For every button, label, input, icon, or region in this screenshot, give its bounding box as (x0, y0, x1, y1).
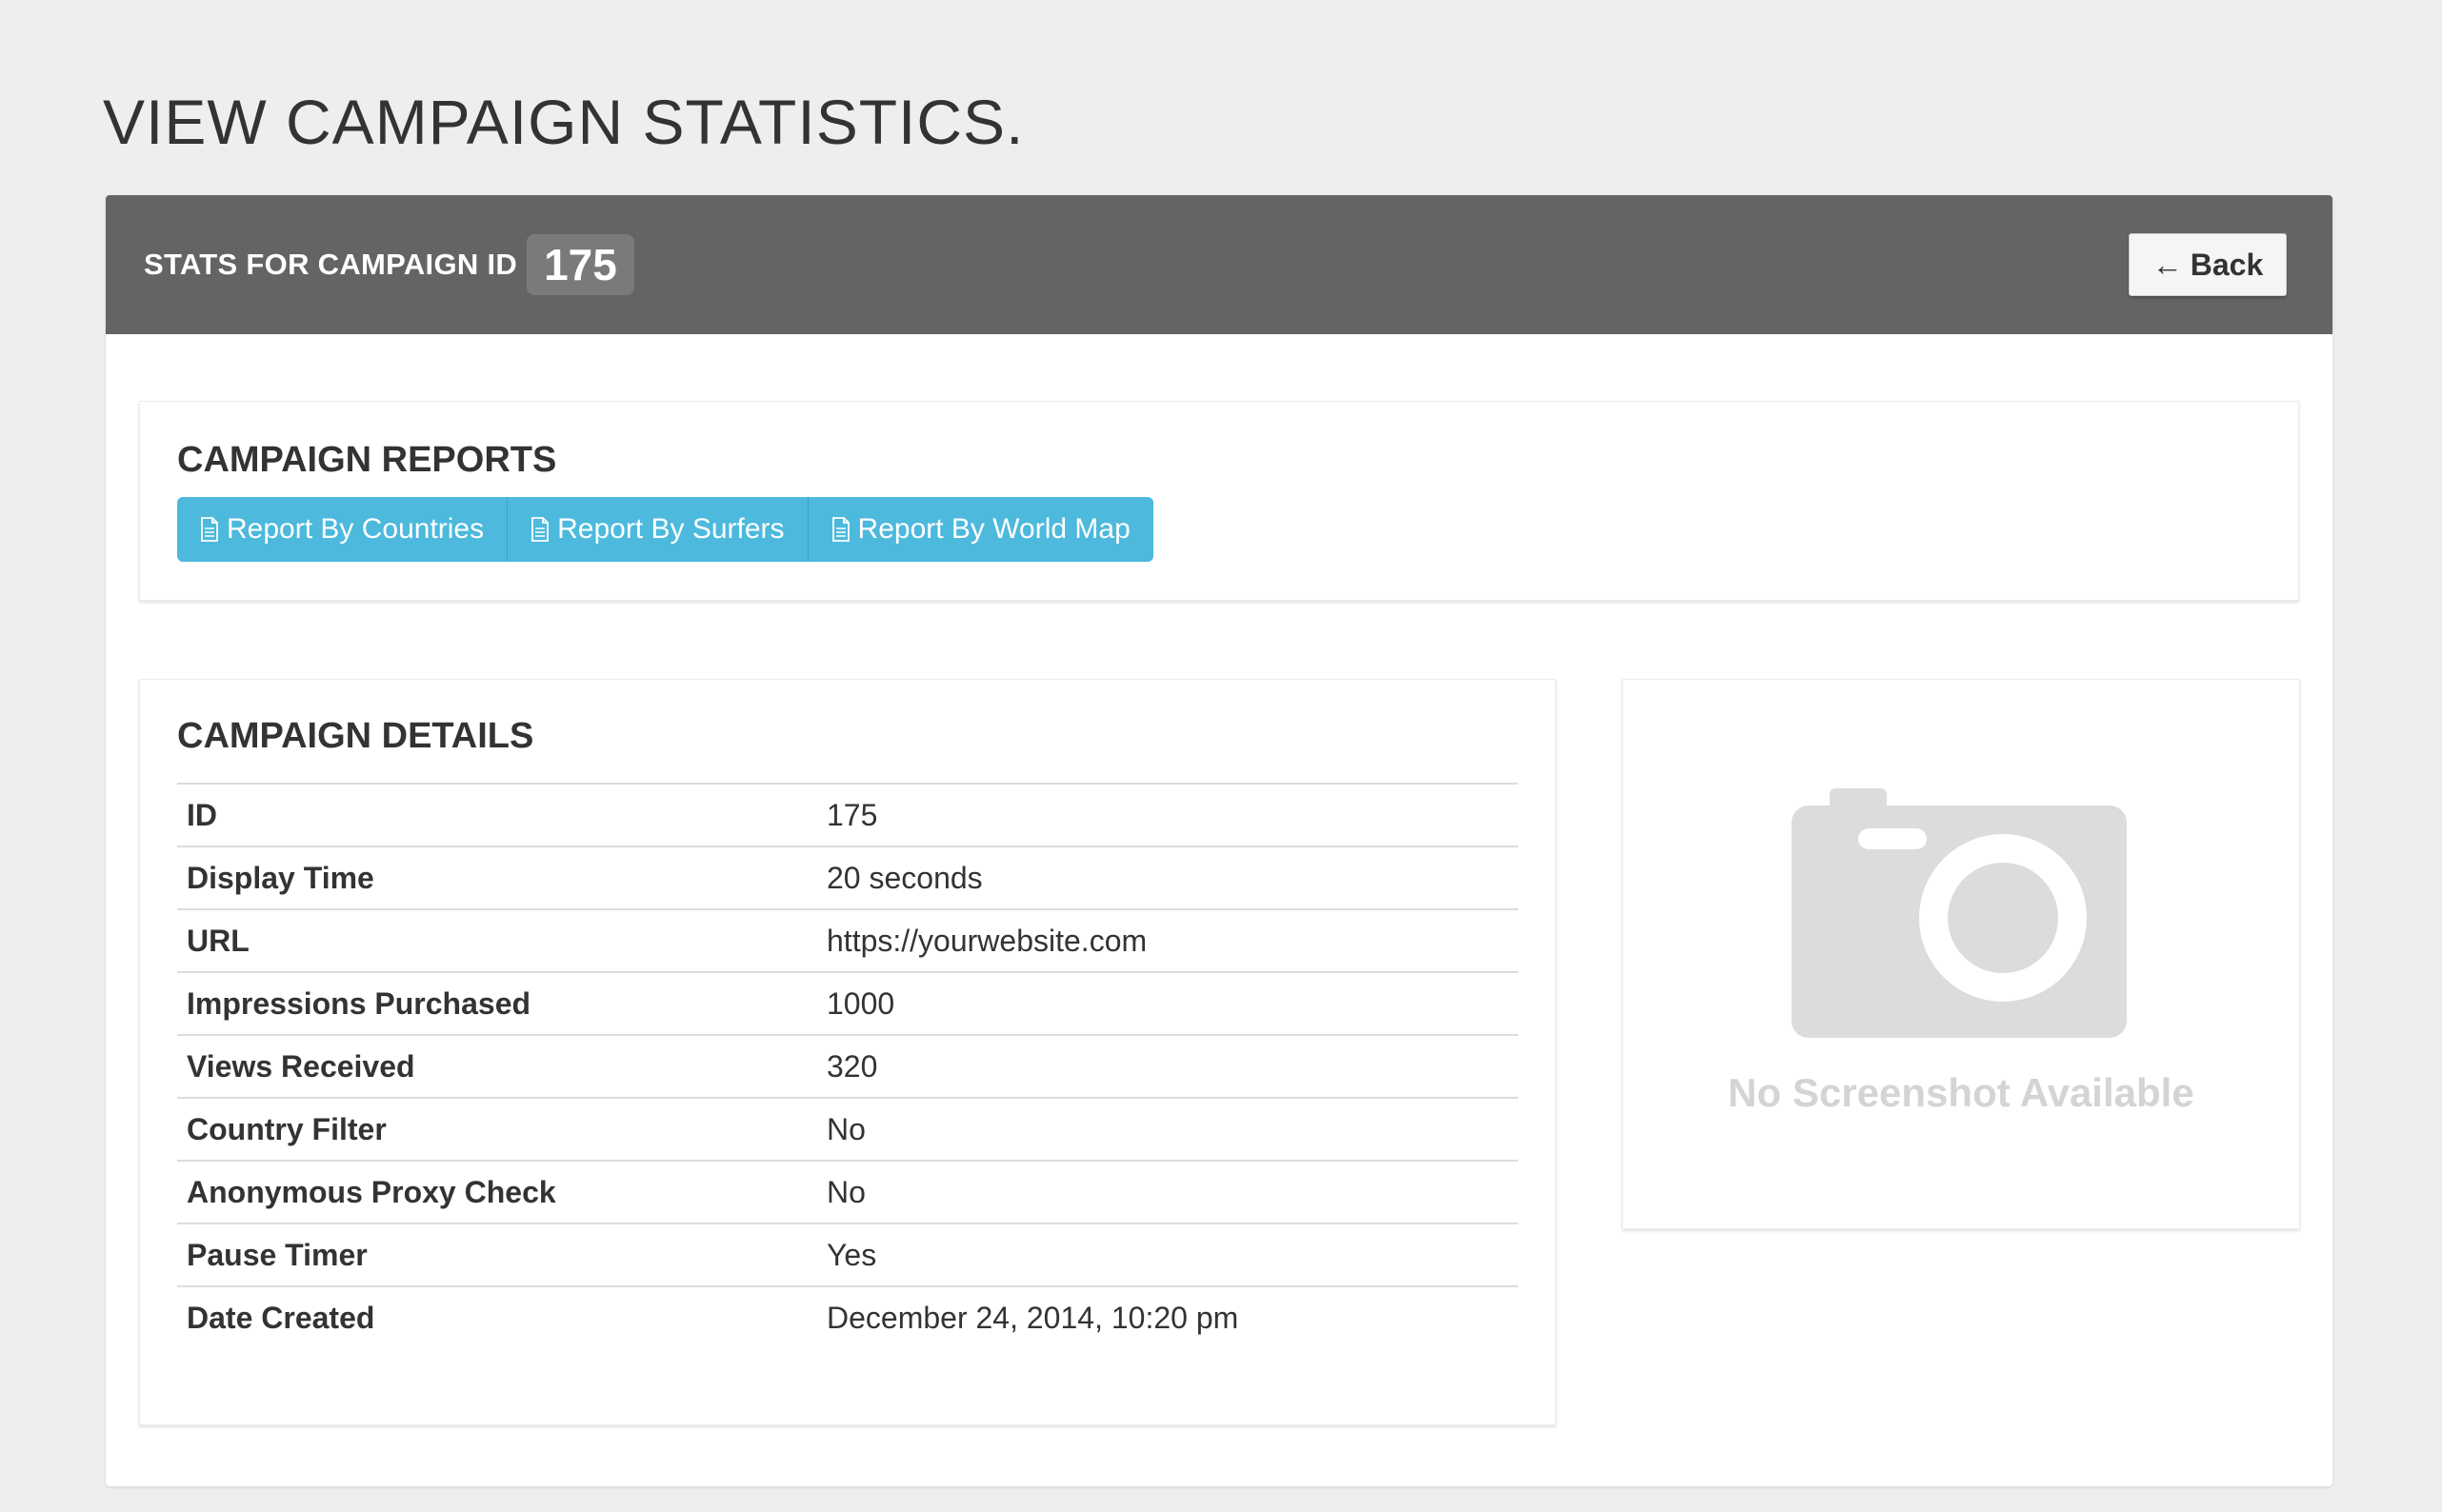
report-button-label: Report By World Map (857, 513, 1131, 545)
camera-icon (1791, 788, 2127, 1038)
back-button[interactable]: ← Back (2129, 233, 2287, 296)
report-button-label: Report By Surfers (557, 513, 785, 545)
detail-value: 175 (817, 783, 1518, 846)
panel-header: STATS FOR CAMPAIGN ID 175 ← Back (106, 195, 2332, 334)
detail-key: Pause Timer (177, 1223, 817, 1286)
no-screenshot-text: No Screenshot Available (1728, 1070, 2194, 1115)
detail-key: URL (177, 908, 817, 972)
page-title: VIEW CAMPAIGN STATISTICS. (103, 87, 1025, 157)
report-by-countries-button[interactable]: Report By Countries (177, 497, 509, 562)
detail-key: Views Received (177, 1034, 817, 1098)
table-row: Country Filter No (177, 1097, 1518, 1161)
table-row: Date Created December 24, 2014, 10:20 pm (177, 1285, 1518, 1349)
table-row: URL https://yourwebsite.com (177, 908, 1518, 972)
campaign-reports-title: CAMPAIGN REPORTS (177, 440, 557, 480)
report-button-group: Report By Countries Report By Surfers Re… (177, 497, 1153, 562)
detail-value: No (817, 1160, 1518, 1224)
detail-key: Anonymous Proxy Check (177, 1160, 817, 1224)
document-icon (831, 517, 850, 542)
table-row: Pause Timer Yes (177, 1223, 1518, 1286)
detail-value: https://yourwebsite.com (817, 908, 1518, 972)
detail-key: Date Created (177, 1285, 817, 1349)
detail-value: 20 seconds (817, 846, 1518, 909)
screenshot-placeholder-card: No Screenshot Available (1622, 679, 2300, 1229)
table-row: Views Received 320 (177, 1034, 1518, 1098)
table-row: ID 175 (177, 783, 1518, 846)
detail-value: 1000 (817, 971, 1518, 1035)
report-by-world-map-button[interactable]: Report By World Map (808, 497, 1153, 562)
detail-value: No (817, 1097, 1518, 1161)
table-row: Anonymous Proxy Check No (177, 1160, 1518, 1224)
campaign-id-badge: 175 (527, 234, 634, 295)
detail-key: Display Time (177, 846, 817, 909)
table-row: Impressions Purchased 1000 (177, 971, 1518, 1035)
back-button-label: Back (2190, 247, 2264, 282)
detail-key: Impressions Purchased (177, 971, 817, 1035)
detail-value: Yes (817, 1223, 1518, 1286)
header-label: STATS FOR CAMPAIGN ID (144, 248, 518, 281)
arrow-left-icon: ← (2152, 247, 2183, 282)
campaign-details-title: CAMPAIGN DETAILS (177, 716, 534, 756)
detail-key: ID (177, 783, 817, 846)
campaign-reports-card: CAMPAIGN REPORTS Report By Countries Rep… (139, 401, 2299, 601)
campaign-details-card: CAMPAIGN DETAILS ID 175 Display Time 20 … (139, 679, 1556, 1425)
document-icon (531, 517, 550, 542)
report-button-label: Report By Countries (227, 513, 485, 545)
campaign-details-table: ID 175 Display Time 20 seconds URL https… (177, 783, 1518, 1349)
detail-value: December 24, 2014, 10:20 pm (817, 1285, 1518, 1349)
document-icon (201, 517, 218, 542)
campaign-stats-panel: STATS FOR CAMPAIGN ID 175 ← Back CAMPAIG… (106, 195, 2332, 1486)
report-by-surfers-button[interactable]: Report By Surfers (508, 497, 809, 562)
table-row: Display Time 20 seconds (177, 846, 1518, 909)
detail-value: 320 (817, 1034, 1518, 1098)
detail-key: Country Filter (177, 1097, 817, 1161)
